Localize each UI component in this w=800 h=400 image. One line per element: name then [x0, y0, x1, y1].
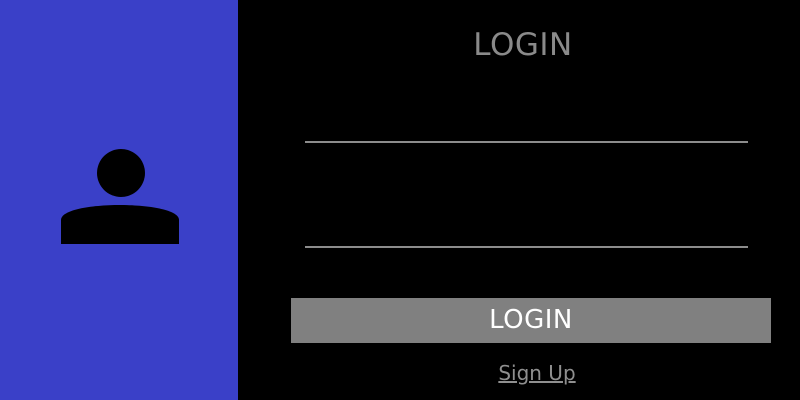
password-input[interactable]: [305, 212, 748, 248]
page-title: LOGIN: [473, 27, 573, 63]
login-window: LOGIN LOGIN Sign Up: [0, 0, 800, 400]
login-form: LOGIN LOGIN Sign Up: [238, 0, 800, 400]
avatar-head: [97, 149, 145, 197]
side-panel: [0, 0, 238, 400]
username-input[interactable]: [305, 107, 748, 143]
avatar-shoulders: [61, 205, 179, 244]
signup-link[interactable]: Sign Up: [238, 360, 800, 386]
login-button[interactable]: LOGIN: [291, 298, 771, 343]
user-avatar-icon: [61, 149, 179, 244]
